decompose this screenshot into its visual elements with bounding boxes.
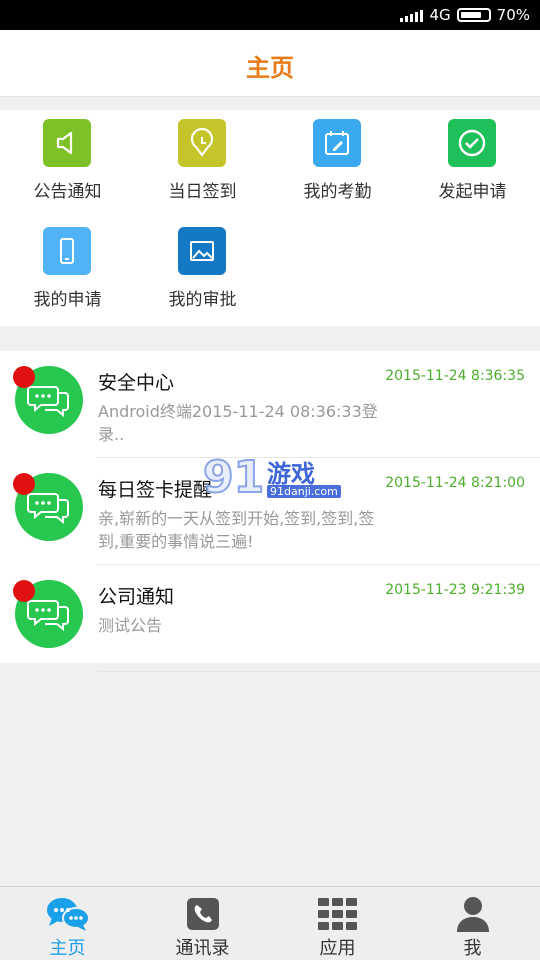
- message-preview: 亲,崭新的一天从签到开始,签到,签到,签到,重要的事情说三遍!: [98, 509, 375, 551]
- message-title: 安全中心: [98, 372, 175, 394]
- quick-attendance[interactable]: 我的考勤: [270, 110, 405, 210]
- person-icon: [450, 895, 496, 933]
- battery-percent: 70%: [496, 6, 530, 24]
- quick-label: 我的申请: [33, 290, 102, 310]
- message-time: 2015-11-24 8:21:00: [385, 475, 525, 491]
- unread-badge: [13, 366, 35, 388]
- quick-label: 我的审批: [168, 290, 237, 310]
- grid-icon: [315, 895, 361, 933]
- watermark-number: 91: [202, 451, 265, 504]
- message-title: 公司通知: [98, 586, 175, 608]
- image-icon: [178, 227, 226, 275]
- signal-icon: [400, 8, 424, 22]
- phone-handset-icon: [180, 895, 226, 933]
- quick-announcements[interactable]: 公告通知: [0, 110, 135, 210]
- chat-bubbles-icon: [45, 895, 91, 933]
- list-item[interactable]: 安全中心 2015-11-24 8:36:35 Android终端2015-11…: [0, 351, 540, 458]
- nav-home[interactable]: 主页: [0, 887, 135, 960]
- nav-label: 主页: [49, 938, 86, 959]
- unread-badge: [13, 580, 35, 602]
- unread-badge: [13, 473, 35, 495]
- message-time: 2015-11-24 8:36:35: [385, 368, 525, 384]
- network-type: 4G: [429, 6, 451, 24]
- message-title: 每日签卡提醒: [98, 479, 213, 501]
- quick-label: 当日签到: [168, 182, 237, 202]
- speaker-icon: [43, 119, 91, 167]
- watermark-text: 游戏: [267, 460, 315, 488]
- quick-label: 公告通知: [33, 182, 102, 202]
- message-preview: 测试公告: [98, 616, 163, 635]
- clock-pin-icon: [178, 119, 226, 167]
- calendar-edit-icon: [313, 119, 361, 167]
- quick-my-requests[interactable]: 我的申请: [0, 218, 135, 318]
- check-circle-icon: [448, 119, 496, 167]
- list-item[interactable]: 公司通知 2015-11-23 9:21:39 测试公告: [0, 565, 540, 672]
- status-indicators: 4G 70%: [400, 6, 530, 24]
- quick-actions-grid: 公告通知 当日签到 我的考勤 发起申请 我的申请 我的审批: [0, 110, 540, 326]
- page-title: 主页: [246, 54, 294, 82]
- quick-label: 我的考勤: [303, 182, 372, 202]
- watermark-url: 91danji.com: [267, 485, 341, 498]
- nav-label: 应用: [319, 938, 356, 959]
- message-preview: Android终端2015-11-24 08:36:33登录..: [98, 402, 378, 444]
- status-bar: 4G 70%: [0, 0, 540, 30]
- bottom-nav: 主页 通讯录 应用 我: [0, 886, 540, 960]
- message-time: 2015-11-23 9:21:39: [385, 582, 525, 598]
- quick-new-request[interactable]: 发起申请: [405, 110, 540, 210]
- nav-label: 我: [463, 938, 482, 959]
- phone-icon: [43, 227, 91, 275]
- app-header: 主页: [0, 30, 540, 97]
- watermark-logo: 91 游戏 91danji.com: [202, 451, 341, 504]
- nav-apps[interactable]: 应用: [270, 887, 405, 960]
- battery-icon: [456, 8, 491, 22]
- nav-label: 通讯录: [175, 938, 230, 959]
- nav-me[interactable]: 我: [405, 887, 540, 960]
- quick-label: 发起申请: [438, 182, 507, 202]
- quick-my-approvals[interactable]: 我的审批: [135, 218, 270, 318]
- message-list: 安全中心 2015-11-24 8:36:35 Android终端2015-11…: [0, 351, 540, 672]
- divider: [97, 671, 540, 672]
- nav-contacts[interactable]: 通讯录: [135, 887, 270, 960]
- quick-checkin[interactable]: 当日签到: [135, 110, 270, 210]
